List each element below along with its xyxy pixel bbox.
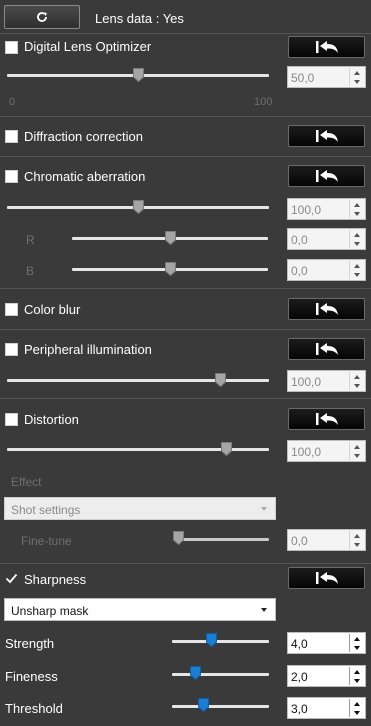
strength-slider-thumb[interactable] bbox=[206, 633, 217, 647]
finetune-label: Fine-tune bbox=[21, 534, 72, 548]
separator bbox=[0, 563, 371, 564]
finetune-slider-thumb[interactable] bbox=[173, 531, 184, 545]
peripheral-slider-track[interactable] bbox=[7, 379, 269, 382]
chromatic-r-stepper[interactable] bbox=[349, 230, 364, 248]
finetune-slider-track[interactable] bbox=[176, 538, 269, 541]
peripheral-checkbox[interactable] bbox=[5, 343, 18, 356]
peripheral-label: Peripheral illumination bbox=[24, 342, 152, 357]
threshold-stepper[interactable] bbox=[349, 699, 364, 717]
sharpness-checkbox[interactable] bbox=[5, 572, 18, 585]
reset-arrow-icon bbox=[315, 303, 338, 315]
fineness-label: Fineness bbox=[5, 669, 58, 684]
refresh-icon bbox=[37, 12, 47, 22]
reset-arrow-icon bbox=[315, 413, 338, 425]
color-blur-label: Color blur bbox=[24, 302, 81, 317]
sharpness-label: Sharpness bbox=[24, 572, 87, 587]
peripheral-reset-button[interactable] bbox=[288, 338, 365, 360]
strength-label: Strength bbox=[5, 636, 55, 651]
chromatic-slider-thumb[interactable] bbox=[133, 200, 144, 214]
peripheral-slider-thumb[interactable] bbox=[215, 373, 226, 387]
diffraction-reset-button[interactable] bbox=[288, 125, 365, 147]
chromatic-reset-button[interactable] bbox=[288, 165, 365, 187]
lens-data-status: Lens data : Yes bbox=[95, 11, 184, 26]
finetune-stepper[interactable] bbox=[349, 531, 364, 549]
reset-arrow-icon bbox=[315, 41, 338, 53]
separator bbox=[0, 33, 371, 34]
strength-slider-track[interactable] bbox=[172, 640, 269, 643]
diffraction-checkbox[interactable] bbox=[5, 130, 18, 143]
separator bbox=[0, 116, 371, 117]
chevron-down-icon bbox=[261, 608, 267, 612]
sharpness-reset-button[interactable] bbox=[288, 567, 365, 589]
finetune-value-field[interactable]: 0,0 bbox=[287, 529, 366, 551]
fineness-stepper[interactable] bbox=[349, 667, 364, 685]
color-blur-reset-button[interactable] bbox=[288, 298, 365, 320]
separator bbox=[0, 329, 371, 330]
threshold-slider-track[interactable] bbox=[172, 705, 269, 708]
dlo-reset-button[interactable] bbox=[288, 36, 365, 58]
threshold-value-field[interactable]: 3,0 bbox=[287, 697, 366, 719]
strength-stepper[interactable] bbox=[349, 634, 364, 652]
distortion-checkbox[interactable] bbox=[5, 413, 18, 426]
checkmark-icon bbox=[5, 573, 18, 584]
effect-dropdown[interactable]: Shot settings bbox=[4, 497, 276, 520]
chromatic-b-label: B bbox=[26, 264, 35, 278]
dlo-scale-min: 0 bbox=[9, 96, 16, 108]
chromatic-r-value-field[interactable]: 0,0 bbox=[287, 228, 366, 250]
distortion-reset-button[interactable] bbox=[288, 408, 365, 430]
reset-arrow-icon bbox=[315, 130, 338, 142]
chromatic-b-slider-thumb[interactable] bbox=[165, 262, 176, 276]
dlo-label: Digital Lens Optimizer bbox=[24, 39, 152, 54]
refresh-lens-data-button[interactable] bbox=[4, 5, 80, 29]
distortion-value-field[interactable]: 100,0 bbox=[287, 440, 366, 462]
diffraction-label: Diffraction correction bbox=[24, 129, 143, 144]
chromatic-stepper[interactable] bbox=[349, 200, 364, 218]
distortion-label: Distortion bbox=[24, 412, 79, 427]
chromatic-r-slider-thumb[interactable] bbox=[165, 231, 176, 245]
fineness-slider-track[interactable] bbox=[172, 673, 269, 676]
color-blur-checkbox[interactable] bbox=[5, 303, 18, 316]
peripheral-value-field[interactable]: 100,0 bbox=[287, 370, 366, 392]
reset-arrow-icon bbox=[315, 170, 338, 182]
chevron-down-icon bbox=[261, 507, 267, 511]
dlo-scale-max: 100 bbox=[254, 96, 273, 108]
dlo-checkbox[interactable] bbox=[5, 41, 18, 54]
distortion-stepper[interactable] bbox=[349, 442, 364, 460]
peripheral-stepper[interactable] bbox=[349, 372, 364, 390]
effect-label: Effect bbox=[11, 475, 42, 489]
threshold-slider-thumb[interactable] bbox=[198, 698, 209, 712]
dlo-stepper[interactable] bbox=[349, 68, 364, 86]
distortion-slider-thumb[interactable] bbox=[221, 442, 232, 456]
fineness-slider-thumb[interactable] bbox=[190, 666, 201, 680]
reset-arrow-icon bbox=[315, 343, 338, 355]
strength-value-field[interactable]: 4,0 bbox=[287, 632, 366, 654]
chromatic-b-stepper[interactable] bbox=[349, 261, 364, 279]
chromatic-r-label: R bbox=[26, 233, 35, 247]
separator bbox=[0, 288, 371, 289]
separator bbox=[0, 156, 371, 157]
chromatic-checkbox[interactable] bbox=[5, 170, 18, 183]
sharpness-mode-dropdown[interactable]: Unsharp mask bbox=[4, 598, 276, 621]
fineness-value-field[interactable]: 2,0 bbox=[287, 665, 366, 687]
chromatic-label: Chromatic aberration bbox=[24, 169, 146, 184]
dlo-value-field[interactable]: 50,0 bbox=[287, 66, 366, 88]
dlo-slider-thumb[interactable] bbox=[133, 68, 144, 82]
reset-arrow-icon bbox=[315, 572, 338, 584]
threshold-label: Threshold bbox=[5, 701, 63, 716]
chromatic-b-value-field[interactable]: 0,0 bbox=[287, 259, 366, 281]
chromatic-value-field[interactable]: 100,0 bbox=[287, 198, 366, 220]
separator bbox=[0, 398, 371, 399]
